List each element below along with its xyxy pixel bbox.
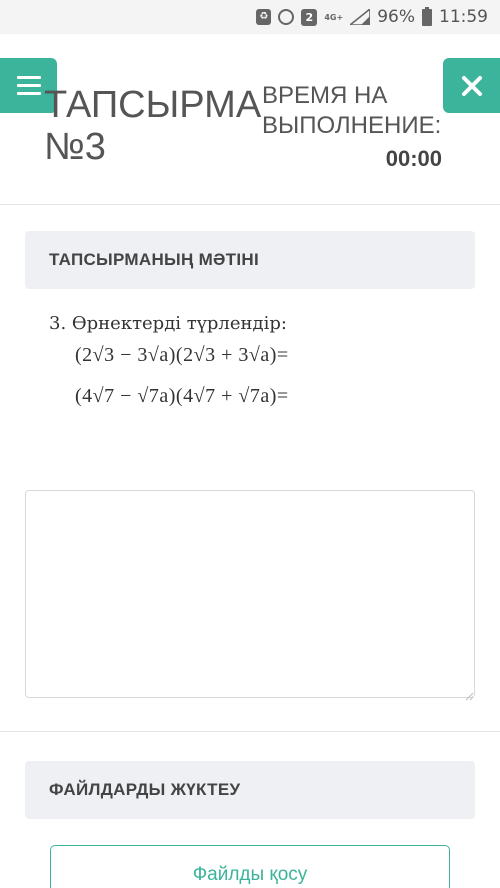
task-expression-2: (4√7 − √7a)(4√7 + √7a)= — [75, 385, 289, 407]
status-bar: ♻ 2 4G+ 96% 11:59 — [0, 0, 500, 34]
signal-icon — [350, 9, 371, 25]
time-limit-label: ВРЕМЯ НА ВЫПОЛНЕНИЕ: — [262, 82, 442, 139]
task-text-body: 3. Өрнектерді түрлендір: (2√3 − 3√a)(2√3… — [25, 289, 475, 459]
file-upload-header: ФАЙЛДАРДЫ ЖҮКТЕУ — [25, 761, 475, 819]
battery-percent: 96% — [377, 7, 415, 27]
section-divider — [0, 731, 500, 732]
status-icons: ♻ 2 4G+ 96% 11:59 — [256, 6, 488, 27]
notification-icon: ♻ — [256, 9, 272, 25]
header-divider — [0, 204, 500, 205]
menu-icon-bar — [16, 84, 41, 87]
resize-grip-icon[interactable] — [465, 688, 474, 706]
notification-count-icon: 2 — [301, 8, 318, 26]
answer-textarea[interactable] — [25, 490, 475, 698]
close-icon — [461, 75, 482, 96]
time-limit-value: 00:00 — [385, 146, 442, 171]
file-upload-title: ФАЙЛДАРДЫ ЖҮКТЕУ — [49, 780, 241, 799]
clock: 11:59 — [439, 7, 488, 27]
add-file-button[interactable]: Файлды қосу — [50, 845, 450, 888]
page-title: ТАПСЫРМА №3 — [44, 84, 262, 168]
task-text-header: ТАПСЫРМАНЫҢ МӘТІНІ — [25, 231, 475, 289]
task-intro: 3. Өрнектерді түрлендір: — [49, 313, 287, 334]
alarm-icon — [278, 9, 295, 25]
close-button[interactable] — [443, 58, 500, 113]
menu-icon-bar — [16, 76, 41, 79]
task-text-title: ТАПСЫРМАНЫҢ МӘТІНІ — [49, 250, 259, 269]
task-expression-1: (2√3 − 3√a)(2√3 + 3√a)= — [75, 344, 289, 366]
battery-icon — [422, 6, 432, 26]
network-type-icon: 4G+ — [324, 12, 344, 22]
menu-icon-bar — [16, 92, 41, 95]
